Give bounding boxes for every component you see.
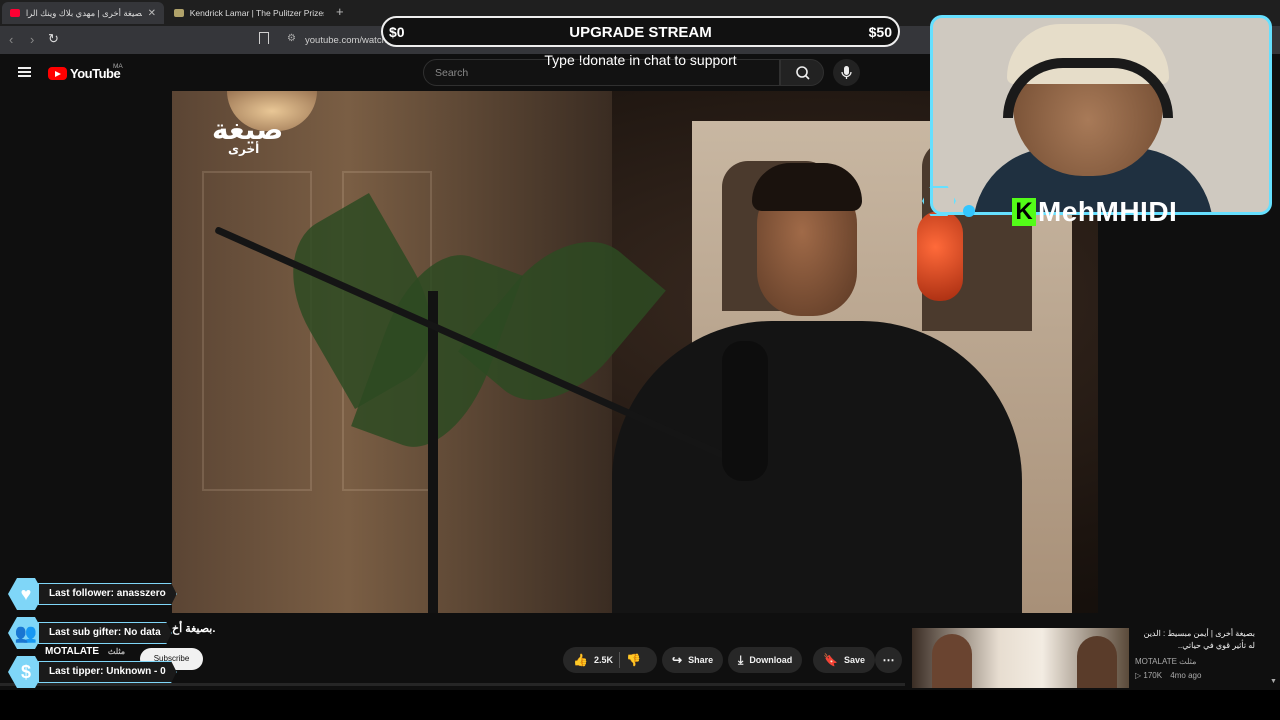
bottom-letterbox <box>0 690 1280 720</box>
orange-vase <box>917 211 963 301</box>
like-icon[interactable]: 👍 <box>573 653 588 667</box>
recommended-age: 4mo ago <box>1170 671 1202 680</box>
streamer-webcam <box>930 15 1272 215</box>
save-button[interactable]: 🔖 Save <box>813 647 875 673</box>
last-tipper-badge: $ Last tipper: Unknown - 0 <box>8 656 177 688</box>
close-tab-icon[interactable]: ✕ <box>148 8 156 19</box>
recommended-views: 170K <box>1143 671 1163 680</box>
like-dislike-group[interactable]: 👍 2.5K 👎 <box>563 647 657 673</box>
divider <box>618 652 620 668</box>
channel-suffix: مثلث <box>107 647 126 656</box>
search-placeholder: Search <box>435 67 469 79</box>
download-button[interactable]: ⤓ Download <box>728 647 803 673</box>
country-code: MA <box>113 63 123 70</box>
youtube-logo[interactable]: YouTube <box>48 66 121 81</box>
youtube-favicon-icon <box>10 9 20 17</box>
mic-stand <box>428 291 438 613</box>
donate-hint: Type !donate in chat to support <box>544 52 737 68</box>
tab-title: Kendrick Lamar | The Pulitzer Prizes <box>189 8 324 18</box>
youtube-play-icon <box>48 67 67 80</box>
more-actions-button[interactable]: ⋯ <box>875 647 902 673</box>
download-icon: ⤓ <box>738 652 744 667</box>
goal-max: $50 <box>868 24 892 40</box>
wall-panel <box>202 171 312 491</box>
studio-microphone <box>722 341 768 481</box>
scroll-down-icon[interactable]: ▼ <box>1270 678 1277 685</box>
last-follower-badge: ♥ Last follower: anasszero <box>8 578 177 610</box>
like-count: 2.5K <box>593 655 613 665</box>
last-follower-text: Last follower: anasszero <box>38 583 177 605</box>
dislike-icon[interactable]: 👎 <box>626 653 641 667</box>
last-sub-gifter-text: Last sub gifter: No data <box>38 622 172 644</box>
share-icon: ↪ <box>672 653 683 667</box>
last-sub-gifter-badge: 👥 Last sub gifter: No data <box>8 617 172 649</box>
forward-arrow-icon[interactable]: › <box>30 32 34 47</box>
tab-youtube-video[interactable]: بصيغة أخرى | مهدي بلاك وينك الرا ✕ <box>2 2 164 24</box>
share-button[interactable]: ↪ Share <box>662 647 724 673</box>
recommended-channel[interactable]: MOTALATE مثلث <box>1135 657 1196 666</box>
bookmark-save-icon: 🔖 <box>823 653 838 667</box>
reload-icon[interactable]: ↻ <box>48 31 59 47</box>
thumb-person <box>1077 636 1117 688</box>
last-tipper-text: Last tipper: Unknown - 0 <box>38 661 177 683</box>
tab-title: بصيغة أخرى | مهدي بلاك وينك الرا <box>25 7 142 18</box>
bookmark-icon[interactable] <box>259 32 269 44</box>
goal-title: UPGRADE STREAM <box>569 24 712 41</box>
new-tab-button[interactable]: + <box>336 4 344 19</box>
site-info-icon[interactable]: ⚙ <box>287 33 296 44</box>
video-title: .بصيغة أخ <box>172 623 216 635</box>
thumb-person <box>932 634 972 688</box>
menu-icon[interactable] <box>18 67 31 77</box>
download-label: Download <box>749 655 793 665</box>
streamer-name-tag: K MehMHIDI <box>1012 196 1177 228</box>
pulitzer-favicon-icon <box>174 9 184 17</box>
recommended-video-thumbnail[interactable] <box>912 628 1129 688</box>
guest-hair <box>752 163 862 211</box>
streamer-name: MehMHIDI <box>1038 196 1178 227</box>
more-icon: ⋯ <box>882 653 895 667</box>
upgrade-stream-bar: $0 UPGRADE STREAM $50 <box>381 16 900 47</box>
back-arrow-icon[interactable]: ‹ <box>9 32 13 47</box>
tab-pulitzer[interactable]: Kendrick Lamar | The Pulitzer Prizes <box>166 2 332 24</box>
dot-decoration-icon <box>963 205 975 217</box>
recommended-meta: ▷ 170K 4mo ago <box>1135 671 1201 680</box>
channel-watermark: صيغة أخرى <box>212 113 283 156</box>
recommended-video-title[interactable]: بصيغة أخرى | أيمن مبسيط : الدين له تأثير… <box>1135 628 1255 652</box>
save-label: Save <box>843 655 865 665</box>
guest-body <box>612 321 1022 613</box>
kick-logo-icon: K <box>1012 198 1036 226</box>
share-label: Share <box>688 655 714 665</box>
